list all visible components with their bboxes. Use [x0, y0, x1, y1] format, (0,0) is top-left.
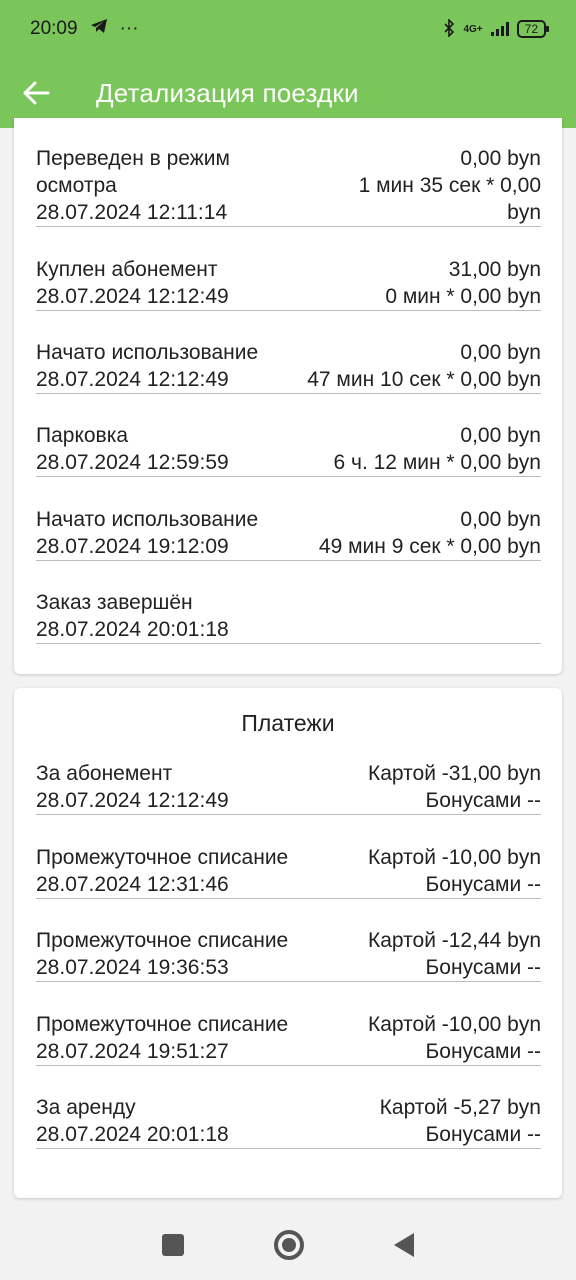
system-back-button[interactable]	[394, 1233, 414, 1257]
payment-row: За абонемент 28.07.2024 12:12:49 Картой …	[36, 760, 541, 815]
status-time: 20:09	[30, 18, 78, 39]
event-date: 28.07.2024 12:11:14	[36, 201, 228, 224]
event-title: Заказ завершён	[36, 591, 193, 614]
payment-row: Промежуточное списание 28.07.2024 19:51:…	[36, 1011, 541, 1066]
event-amount: 0,00 byn	[460, 424, 541, 447]
payment-title: Промежуточное списание	[36, 929, 289, 952]
page-title: Детализация поездки	[96, 77, 359, 108]
event-title: Начато использование	[36, 341, 259, 364]
payment-title: Промежуточное списание	[36, 846, 289, 869]
payment-date: 28.07.2024 20:01:18	[36, 1123, 229, 1146]
event-detail: 47 мин 10 сек * 0,00 byn	[307, 368, 541, 391]
status-bar: 20:09 ··· 4G+ 72	[0, 0, 576, 58]
payment-card-amount: Картой -10,00 byn	[368, 1013, 541, 1036]
payment-card-amount: Картой -5,27 byn	[379, 1096, 541, 1119]
event-detail: byn	[507, 201, 541, 224]
payment-date: 28.07.2024 19:36:53	[36, 956, 229, 979]
payment-card-amount: Картой -31,00 byn	[368, 762, 541, 785]
event-amount: 0,00 byn	[460, 508, 541, 531]
event-title: Переведен в режим	[36, 147, 230, 170]
network-type-label: 4G+	[463, 23, 483, 35]
home-button[interactable]	[274, 1230, 304, 1260]
payment-bonus-amount: Бонусами --	[425, 789, 542, 812]
payment-row: Промежуточное списание 28.07.2024 12:31:…	[36, 844, 541, 899]
recent-apps-button[interactable]	[162, 1234, 184, 1256]
event-detail: 6 ч. 12 мин * 0,00 byn	[333, 451, 542, 474]
more-notifications-icon: ···	[119, 18, 139, 39]
payment-row: За аренду 28.07.2024 20:01:18 Картой -5,…	[36, 1094, 541, 1149]
payment-date: 28.07.2024 12:31:46	[36, 873, 229, 896]
payment-bonus-amount: Бонусами --	[425, 873, 542, 896]
event-amount: 0,00 byn	[460, 341, 541, 364]
event-row: Переведен в режим осмотра 28.07.2024 12:…	[36, 145, 541, 227]
status-right: 4G+ 72	[443, 17, 550, 40]
event-row: Куплен абонемент 28.07.2024 12:12:49 31,…	[36, 256, 541, 311]
event-date: 28.07.2024 12:59:59	[36, 451, 229, 474]
event-title: Парковка	[36, 424, 129, 447]
payment-date: 28.07.2024 12:12:49	[36, 789, 229, 812]
payment-card-amount: Картой -12,44 byn	[368, 929, 541, 952]
event-date: 28.07.2024 19:12:09	[36, 535, 229, 558]
payment-card-amount: Картой -10,00 byn	[368, 846, 541, 869]
payment-title: За аренду	[36, 1096, 136, 1119]
event-row: Начато использование 28.07.2024 12:12:49…	[36, 339, 541, 394]
event-row: Заказ завершён 28.07.2024 20:01:18	[36, 589, 541, 644]
event-detail: 0 мин * 0,00 byn	[385, 285, 541, 308]
event-title: Начато использование	[36, 508, 259, 531]
payment-bonus-amount: Бонусами --	[425, 956, 542, 979]
event-row: Парковка 28.07.2024 12:59:59 0,00 byn 6 …	[36, 422, 541, 477]
trip-events-card: Переведен в режим осмотра 28.07.2024 12:…	[14, 118, 562, 674]
bluetooth-icon	[443, 17, 455, 40]
event-title: Куплен абонемент	[36, 258, 218, 281]
telegram-icon	[90, 18, 108, 40]
payments-card: Платежи За абонемент 28.07.2024 12:12:49…	[14, 688, 562, 1198]
system-nav-bar	[0, 1210, 576, 1280]
payment-date: 28.07.2024 19:51:27	[36, 1040, 229, 1063]
event-amount: 31,00 byn	[448, 258, 541, 281]
payment-title: За абонемент	[36, 762, 173, 785]
battery-icon: 72	[516, 20, 550, 38]
event-detail: 1 мин 35 сек * 0,00	[358, 174, 541, 197]
home-icon	[282, 1238, 296, 1252]
arrow-left-icon	[23, 81, 50, 105]
event-detail: 49 мин 9 сек * 0,00 byn	[318, 535, 541, 558]
status-left: 20:09 ···	[30, 18, 443, 40]
event-date: 28.07.2024 12:12:49	[36, 368, 229, 391]
payments-title: Платежи	[241, 710, 335, 736]
event-date: 28.07.2024 12:12:49	[36, 285, 229, 308]
payment-bonus-amount: Бонусами --	[425, 1040, 542, 1063]
payment-row: Промежуточное списание 28.07.2024 19:36:…	[36, 927, 541, 982]
event-title: осмотра	[36, 174, 117, 197]
event-date: 28.07.2024 20:01:18	[36, 618, 229, 641]
payment-title: Промежуточное списание	[36, 1013, 289, 1036]
signal-icon	[490, 22, 509, 36]
payment-bonus-amount: Бонусами --	[425, 1123, 542, 1146]
event-amount: 0,00 byn	[460, 147, 541, 170]
event-row: Начато использование 28.07.2024 19:12:09…	[36, 506, 541, 561]
